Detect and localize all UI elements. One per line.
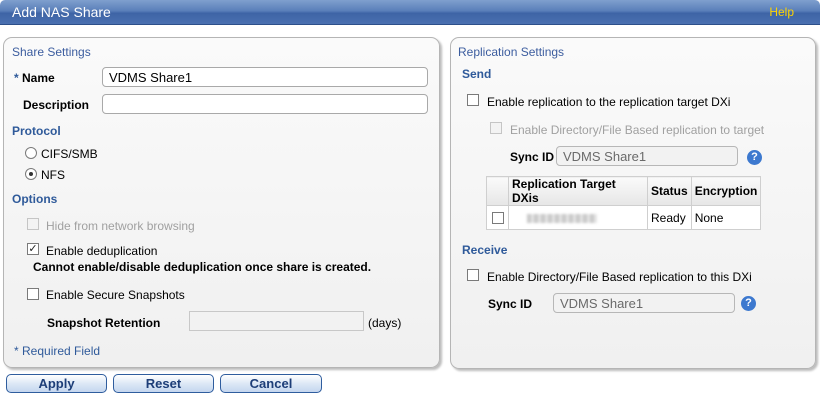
cifs-smb-radio[interactable] xyxy=(25,147,37,159)
target-name-cell xyxy=(508,205,648,230)
column-header-target: Replication Target DXis xyxy=(508,176,648,206)
name-input[interactable]: VDMS Share1 xyxy=(102,67,428,87)
share-settings-panel: Share Settings * Name VDMS Share1 Descri… xyxy=(3,37,440,368)
snapshot-retention-label: Snapshot Retention xyxy=(47,316,161,330)
send-title: Send xyxy=(462,67,492,81)
snapshot-retention-input[interactable] xyxy=(189,311,364,331)
description-label: Description xyxy=(23,98,90,112)
replication-settings-title: Replication Settings xyxy=(458,45,565,59)
redacted-target-name xyxy=(527,213,597,223)
secure-snapshots-label: Enable Secure Snapshots xyxy=(46,288,185,302)
secure-snapshots-checkbox[interactable] xyxy=(27,288,39,300)
row-select-cell xyxy=(486,205,509,230)
nfs-label: NFS xyxy=(41,168,65,182)
dedup-label: Enable deduplication xyxy=(46,244,158,258)
table-row[interactable]: Ready None xyxy=(486,205,762,230)
question-icon[interactable]: ? xyxy=(741,296,756,311)
select-column-header xyxy=(486,176,509,206)
dir-replication-target-checkbox[interactable] xyxy=(490,122,502,134)
dir-replication-this-label: Enable Directory/File Based replication … xyxy=(487,270,752,284)
enable-replication-label: Enable replication to the replication ta… xyxy=(487,95,731,109)
dialog-title: Add NAS Share xyxy=(12,4,111,20)
hide-browsing-label: Hide from network browsing xyxy=(46,219,195,233)
required-marker: * xyxy=(14,71,19,85)
help-link[interactable]: Help xyxy=(769,5,794,19)
encryption-cell: None xyxy=(690,205,762,230)
checkmark-icon: ✓ xyxy=(28,243,38,255)
cifs-smb-label: CIFS/SMB xyxy=(41,147,98,161)
dir-replication-this-checkbox[interactable] xyxy=(467,269,479,281)
receive-sync-id-input[interactable]: VDMS Share1 xyxy=(553,293,735,313)
dedup-checkbox[interactable]: ✓ xyxy=(27,243,39,255)
hide-browsing-checkbox[interactable] xyxy=(27,218,39,230)
reset-button[interactable]: Reset xyxy=(113,374,214,393)
dialog-title-bar: Add NAS Share Help xyxy=(0,0,820,25)
name-label: * Name xyxy=(14,71,55,85)
enable-replication-checkbox[interactable] xyxy=(467,94,479,106)
apply-button[interactable]: Apply xyxy=(6,374,107,393)
dir-replication-target-label: Enable Directory/File Based replication … xyxy=(510,123,765,137)
retention-unit-label: (days) xyxy=(368,316,402,330)
sync-id-label: Sync ID xyxy=(510,150,555,164)
required-field-note: * Required Field xyxy=(14,344,101,358)
description-input[interactable] xyxy=(102,94,428,114)
receive-sync-id-label: Sync ID xyxy=(488,297,533,311)
row-select-checkbox[interactable] xyxy=(492,211,504,224)
table-header-row: Replication Target DXis Status Encryptio… xyxy=(486,176,762,206)
dedup-note: Cannot enable/disable deduplication once… xyxy=(33,260,372,274)
replication-settings-panel: Replication Settings Send Enable replica… xyxy=(450,37,816,369)
name-label-text: Name xyxy=(22,71,55,85)
column-header-encryption: Encryption xyxy=(690,176,762,206)
options-title: Options xyxy=(12,192,58,206)
nfs-radio[interactable] xyxy=(25,168,37,180)
cancel-button[interactable]: Cancel xyxy=(220,374,322,393)
sync-id-input[interactable]: VDMS Share1 xyxy=(556,146,738,166)
question-icon[interactable]: ? xyxy=(747,150,762,165)
receive-title: Receive xyxy=(462,243,508,257)
protocol-title: Protocol xyxy=(12,124,61,138)
status-cell: Ready xyxy=(647,205,692,230)
replication-targets-table: Replication Target DXis Status Encryptio… xyxy=(486,176,762,230)
share-settings-title: Share Settings xyxy=(12,45,91,59)
column-header-status: Status xyxy=(647,176,692,206)
